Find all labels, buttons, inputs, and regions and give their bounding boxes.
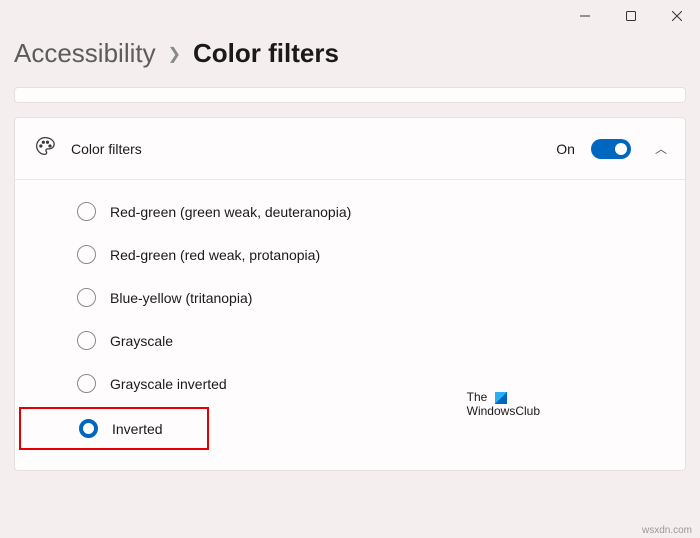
radio-option[interactable]: Grayscale inverted [15, 362, 685, 405]
radio-icon [77, 374, 96, 393]
radio-label: Inverted [112, 421, 163, 437]
collapsed-card[interactable] [14, 87, 686, 103]
radio-label: Red-green (red weak, protanopia) [110, 247, 320, 263]
radio-option[interactable]: Grayscale [15, 319, 685, 362]
page-title: Color filters [193, 38, 339, 69]
maximize-button[interactable] [608, 0, 654, 32]
radio-icon [77, 288, 96, 307]
chevron-up-icon[interactable]: ︿ [655, 140, 667, 157]
color-filters-toggle[interactable] [591, 139, 631, 159]
radio-option[interactable]: Red-green (red weak, protanopia) [15, 233, 685, 276]
palette-icon [35, 136, 55, 161]
watermark-logo-icon [495, 392, 507, 404]
radio-icon [77, 202, 96, 221]
radio-label: Red-green (green weak, deuteranopia) [110, 204, 351, 220]
radio-option[interactable]: Blue-yellow (tritanopia) [15, 276, 685, 319]
breadcrumb-parent[interactable]: Accessibility [14, 38, 156, 69]
window-controls [562, 0, 700, 32]
card-title: Color filters [71, 141, 540, 157]
radio-icon [77, 245, 96, 264]
filter-options: Red-green (green weak, deuteranopia) Red… [15, 180, 685, 470]
watermark: The WindowsClub [467, 390, 540, 419]
radio-icon [77, 331, 96, 350]
watermark-text: The [467, 390, 488, 404]
radio-icon-selected [79, 419, 98, 438]
chevron-right-icon: ❯ [168, 44, 181, 64]
radio-label: Grayscale inverted [110, 376, 227, 392]
minimize-button[interactable] [562, 0, 608, 32]
color-filters-card: Color filters On ︿ Red-green (green weak… [14, 117, 686, 471]
source-label: wsxdn.com [642, 525, 692, 536]
radio-label: Grayscale [110, 333, 173, 349]
toggle-state-label: On [556, 141, 575, 157]
radio-label: Blue-yellow (tritanopia) [110, 290, 252, 306]
radio-option-highlighted[interactable]: Inverted [19, 407, 209, 450]
card-header[interactable]: Color filters On ︿ [15, 118, 685, 180]
watermark-text: WindowsClub [467, 404, 540, 418]
close-button[interactable] [654, 0, 700, 32]
radio-option[interactable]: Red-green (green weak, deuteranopia) [15, 190, 685, 233]
